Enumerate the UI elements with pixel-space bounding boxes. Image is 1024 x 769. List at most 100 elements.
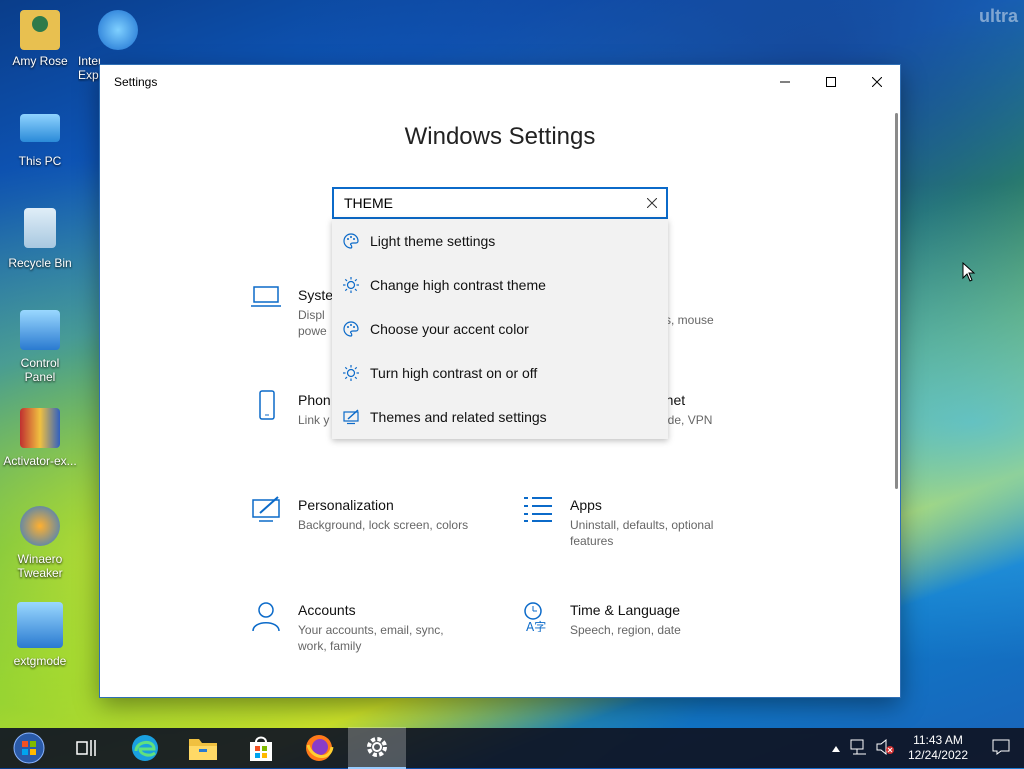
palette-icon bbox=[342, 232, 360, 250]
maximize-icon bbox=[826, 77, 836, 87]
desktop-icon-activator[interactable]: Activator-ex... bbox=[0, 408, 80, 468]
minimize-button[interactable] bbox=[762, 65, 808, 99]
tile-description: Speech, region, date bbox=[570, 623, 681, 637]
taskbar-store[interactable] bbox=[232, 728, 290, 768]
desktop-icon-recycle-bin[interactable]: Recycle Bin bbox=[0, 208, 80, 270]
taskbar-settings[interactable] bbox=[348, 727, 406, 769]
gear-icon bbox=[367, 737, 387, 757]
tile-name: Syste bbox=[298, 287, 334, 303]
task-view-icon bbox=[76, 740, 96, 756]
person-icon bbox=[250, 600, 298, 654]
phone-icon bbox=[250, 390, 298, 429]
window-title: Settings bbox=[114, 75, 158, 89]
windows-start-icon bbox=[13, 732, 45, 764]
scrollbar[interactable] bbox=[895, 113, 898, 489]
suggestion-label: Themes and related settings bbox=[370, 409, 547, 425]
suggestion-label: Choose your accent color bbox=[370, 321, 529, 337]
desktop-icon-control-panel[interactable]: Control Panel bbox=[0, 310, 80, 384]
network-button[interactable] bbox=[846, 739, 872, 758]
clock-time: 11:43 AM bbox=[913, 733, 963, 747]
tile-name: Personalization bbox=[298, 497, 394, 513]
action-center-button[interactable] bbox=[978, 739, 1024, 758]
chevron-up-icon bbox=[831, 746, 840, 752]
user-folder-icon bbox=[20, 10, 60, 50]
tile-accounts[interactable]: Accounts Your accounts, email, sync, wor… bbox=[250, 600, 470, 654]
maximize-button[interactable] bbox=[808, 65, 854, 99]
personalization-icon bbox=[250, 495, 298, 533]
clear-search-button[interactable] bbox=[638, 195, 666, 211]
suggestion-label: Turn high contrast on or off bbox=[370, 365, 538, 381]
volume-button[interactable] bbox=[872, 738, 898, 758]
tile-time-language[interactable]: A字 Time & Language Speech, region, date bbox=[522, 600, 742, 639]
suggestion-item[interactable]: Light theme settings bbox=[332, 219, 668, 263]
minimize-icon bbox=[780, 81, 790, 83]
tile-description: Your accounts, email, sync, work, family bbox=[298, 623, 444, 653]
sun-icon bbox=[342, 276, 360, 294]
desktop-icon-label: extgmode bbox=[13, 654, 67, 668]
recycle-bin-icon bbox=[24, 208, 56, 248]
suggestion-label: Light theme settings bbox=[370, 233, 496, 249]
mouse-cursor-icon bbox=[962, 262, 976, 282]
tile-personalization[interactable]: Personalization Background, lock screen,… bbox=[250, 495, 490, 533]
suggestion-item[interactable]: Change high contrast theme bbox=[332, 263, 668, 307]
time-language-icon: A字 bbox=[522, 600, 570, 639]
desktop-icon-label: Recycle Bin bbox=[8, 256, 72, 270]
tile-description: Background, lock screen, colors bbox=[298, 518, 469, 532]
brush-monitor-icon bbox=[342, 408, 360, 426]
show-hidden-icons-button[interactable] bbox=[826, 741, 846, 755]
sun-icon bbox=[342, 364, 360, 382]
close-button[interactable] bbox=[854, 65, 900, 99]
desktop-icon-label: Winaero Tweaker bbox=[17, 552, 63, 580]
archive-icon bbox=[20, 408, 60, 448]
tile-network[interactable]: rnet ode, VPN bbox=[661, 390, 761, 428]
search-box[interactable]: THEME bbox=[332, 187, 668, 219]
tile-devices[interactable]: rs, mouse bbox=[661, 308, 761, 328]
firefox-icon bbox=[306, 735, 334, 761]
desktop-icon-amy-rose[interactable]: Amy Rose bbox=[0, 10, 80, 68]
desktop-icon-this-pc[interactable]: This PC bbox=[0, 110, 80, 168]
close-icon bbox=[646, 197, 658, 209]
tile-name: Accounts bbox=[298, 602, 356, 618]
taskbar: 11:43 AM 12/24/2022 bbox=[0, 727, 1024, 769]
tile-description: rs, mouse bbox=[661, 313, 714, 327]
folder-icon bbox=[189, 739, 217, 760]
desktop-icon-label: Activator-ex... bbox=[3, 454, 77, 468]
tile-description: ode, VPN bbox=[661, 413, 713, 427]
notification-icon bbox=[992, 739, 1010, 755]
desktop-icon-extgmode[interactable]: extgmode bbox=[0, 602, 80, 668]
store-icon bbox=[250, 736, 272, 761]
tile-name: Apps bbox=[570, 497, 602, 513]
taskbar-edge[interactable] bbox=[116, 728, 174, 768]
palette-icon bbox=[342, 320, 360, 338]
edge-icon bbox=[132, 735, 158, 761]
laptop-icon bbox=[250, 285, 298, 339]
apps-list-icon bbox=[522, 495, 570, 549]
tile-description: Link y bbox=[298, 413, 330, 427]
title-bar[interactable]: Settings bbox=[100, 65, 900, 99]
close-icon bbox=[872, 77, 882, 87]
start-button[interactable] bbox=[0, 728, 58, 768]
suggestion-item[interactable]: Themes and related settings bbox=[332, 395, 668, 439]
suggestion-item[interactable]: Turn high contrast on or off bbox=[332, 351, 668, 395]
clock-date: 12/24/2022 bbox=[907, 748, 968, 762]
desktop-icon-label: This PC bbox=[18, 154, 62, 168]
tile-apps[interactable]: Apps Uninstall, defaults, optional featu… bbox=[522, 495, 732, 549]
tile-description: Displ powe bbox=[298, 308, 327, 338]
search-input[interactable]: THEME bbox=[334, 195, 638, 211]
suggestion-label: Change high contrast theme bbox=[370, 277, 546, 293]
taskbar-file-explorer[interactable] bbox=[174, 728, 232, 768]
clock[interactable]: 11:43 AM 12/24/2022 bbox=[898, 733, 978, 763]
extgmode-icon bbox=[17, 602, 63, 648]
desktop-icon-winaero-tweaker[interactable]: Winaero Tweaker bbox=[0, 506, 80, 580]
task-view-button[interactable] bbox=[58, 728, 116, 768]
page-title: Windows Settings bbox=[404, 123, 596, 150]
watermark: ultra bbox=[978, 6, 1018, 26]
tile-name: Time & Language bbox=[570, 602, 680, 618]
desktop-icon-label: Control Panel bbox=[20, 356, 60, 384]
tile-name: rnet bbox=[661, 392, 686, 408]
suggestion-item[interactable]: Choose your accent color bbox=[332, 307, 668, 351]
tile-description: Uninstall, defaults, optional features bbox=[570, 518, 714, 548]
system-tray: 11:43 AM 12/24/2022 bbox=[826, 733, 1024, 763]
taskbar-firefox[interactable] bbox=[290, 728, 348, 768]
internet-explorer-icon bbox=[98, 10, 138, 50]
